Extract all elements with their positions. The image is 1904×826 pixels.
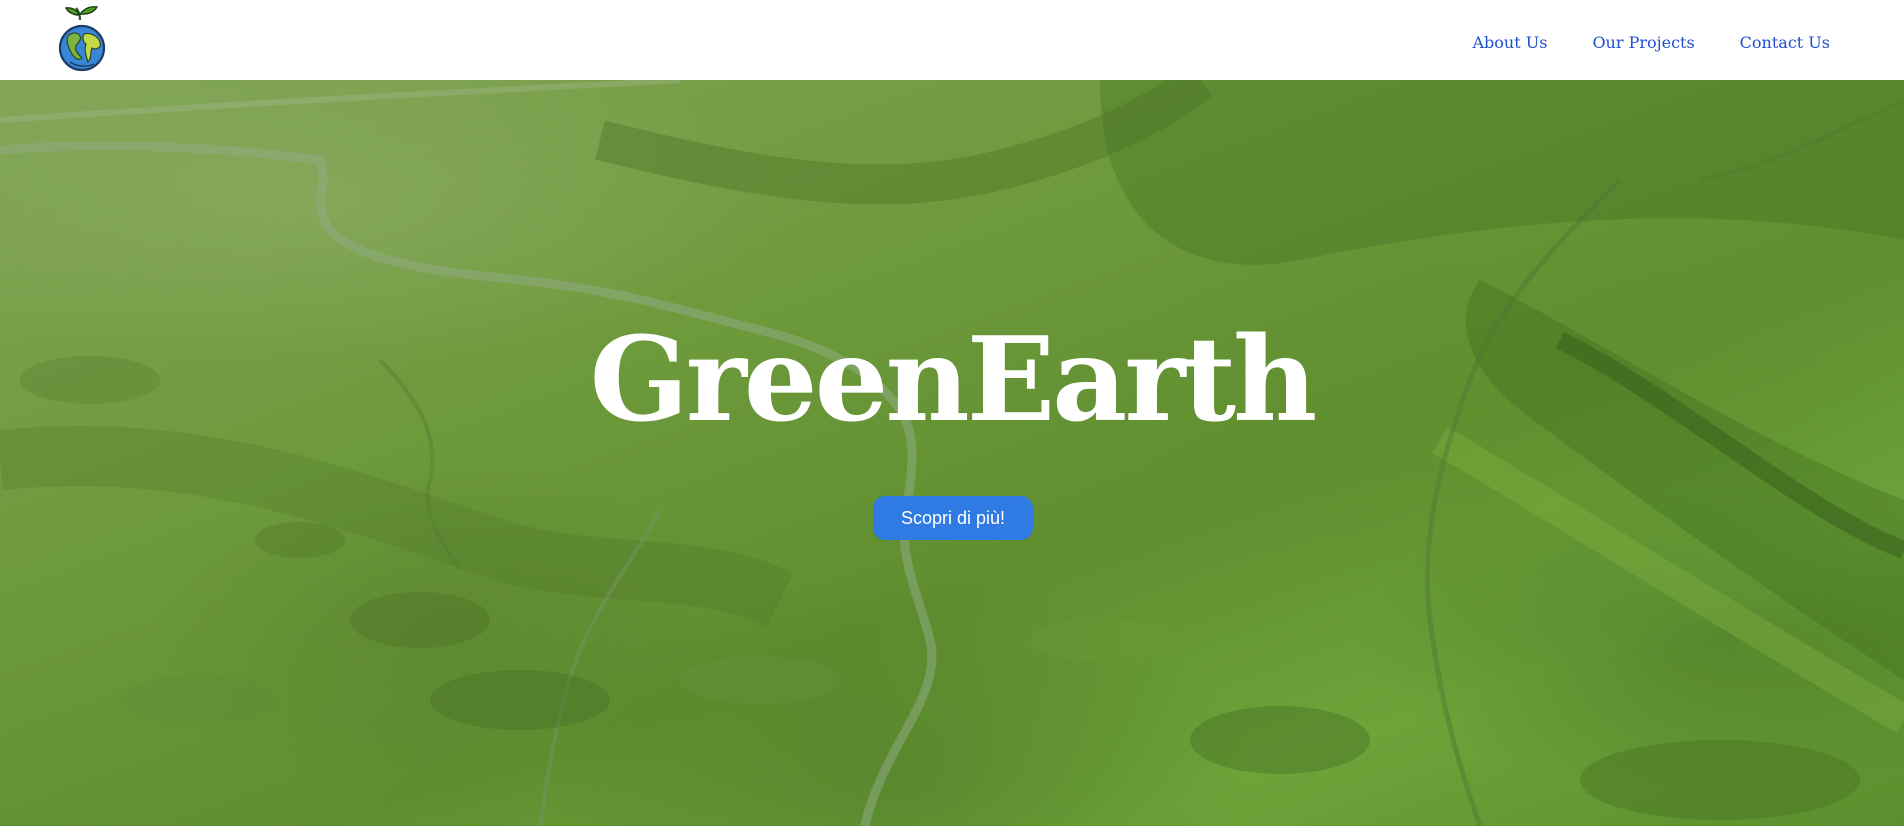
hero-section: GreenEarth Scopri di più! — [0, 80, 1904, 826]
nav-link-contact-us[interactable]: Contact Us — [1740, 30, 1830, 56]
discover-more-button[interactable]: Scopri di più! — [873, 496, 1033, 540]
aerial-green-valley-image — [0, 80, 1904, 826]
site-header: About Us Our Projects Contact Us — [0, 0, 1904, 80]
main-nav: About Us Our Projects Contact Us — [1472, 30, 1830, 56]
hero-title: GreenEarth — [589, 312, 1318, 448]
nav-link-about-us[interactable]: About Us — [1472, 30, 1547, 56]
nav-link-our-projects[interactable]: Our Projects — [1592, 30, 1694, 56]
earth-sprout-logo-icon[interactable] — [56, 4, 108, 72]
